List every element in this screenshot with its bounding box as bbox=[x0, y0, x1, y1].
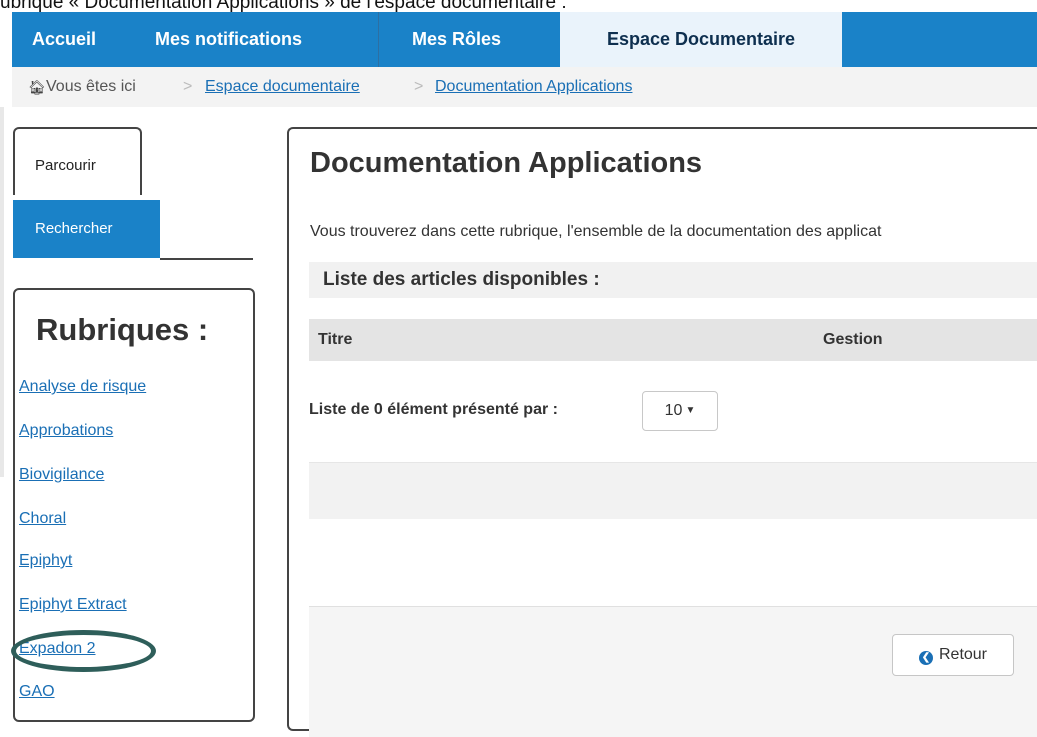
tab-rechercher[interactable]: Rechercher bbox=[13, 200, 160, 258]
retour-button[interactable]: ❮ Retour bbox=[892, 634, 1014, 676]
page-size-dropdown[interactable]: 10 ▼ bbox=[642, 391, 718, 431]
empty-table-row bbox=[309, 462, 1037, 519]
rubrique-link-gao[interactable]: GAO bbox=[19, 683, 55, 701]
rubrique-link-analyse-de-risque[interactable]: Analyse de risque bbox=[19, 378, 146, 396]
rubrique-link-epiphyt-extract[interactable]: Epiphyt Extract bbox=[19, 596, 127, 614]
breadcrumb: 🏠︎ Vous êtes ici > Espace documentaire >… bbox=[12, 67, 1037, 107]
left-edge-strip bbox=[0, 107, 4, 477]
breadcrumb-separator: > bbox=[414, 78, 424, 95]
top-navbar: Accueil Mes notifications Mes Rôles Espa… bbox=[12, 12, 1037, 67]
breadcrumb-prefix: Vous êtes ici bbox=[46, 78, 136, 95]
page-description: Vous trouverez dans cette rubrique, l'en… bbox=[310, 223, 882, 240]
nav-item-espace-documentaire[interactable]: Espace Documentaire bbox=[560, 12, 842, 67]
rubrique-link-biovigilance[interactable]: Biovigilance bbox=[19, 466, 104, 484]
nav-separator bbox=[378, 12, 379, 67]
breadcrumb-link-documentation-applications[interactable]: Documentation Applications bbox=[435, 67, 632, 107]
main-panel: Documentation Applications Vous trouvere… bbox=[287, 127, 1037, 737]
breadcrumb-link-espace-documentaire[interactable]: Espace documentaire bbox=[205, 67, 360, 107]
caret-down-icon: ▼ bbox=[685, 405, 696, 416]
nav-item-notifications[interactable]: Mes notifications bbox=[155, 12, 302, 67]
page-title: Documentation Applications bbox=[310, 147, 703, 179]
retour-button-label: Retour bbox=[938, 646, 988, 663]
column-header-titre: Titre bbox=[318, 331, 353, 348]
rubrique-link-epiphyt[interactable]: Epiphyt bbox=[19, 552, 72, 570]
tab-parcourir[interactable]: Parcourir bbox=[13, 127, 142, 195]
table-header: Titre Gestion bbox=[309, 319, 1037, 361]
breadcrumb-separator: > bbox=[183, 78, 193, 95]
nav-item-accueil[interactable]: Accueil bbox=[32, 12, 96, 67]
arrow-left-circle-icon: ❮ bbox=[918, 651, 933, 665]
highlight-oval-annotation bbox=[11, 630, 156, 672]
tab-underline bbox=[160, 258, 253, 260]
page-size-value: 10 bbox=[664, 402, 683, 419]
rubrique-link-approbations[interactable]: Approbations bbox=[19, 422, 113, 440]
list-header-label: Liste des articles disponibles : bbox=[323, 269, 600, 290]
rubrique-link-choral[interactable]: Choral bbox=[19, 510, 66, 528]
rubriques-title: Rubriques : bbox=[36, 312, 209, 347]
list-header: Liste des articles disponibles : bbox=[309, 262, 1037, 298]
pager-label: Liste de 0 élément présenté par : bbox=[309, 401, 558, 418]
home-icon: 🏠︎ bbox=[28, 79, 46, 95]
column-header-gestion: Gestion bbox=[823, 331, 883, 348]
nav-item-roles[interactable]: Mes Rôles bbox=[412, 12, 501, 67]
